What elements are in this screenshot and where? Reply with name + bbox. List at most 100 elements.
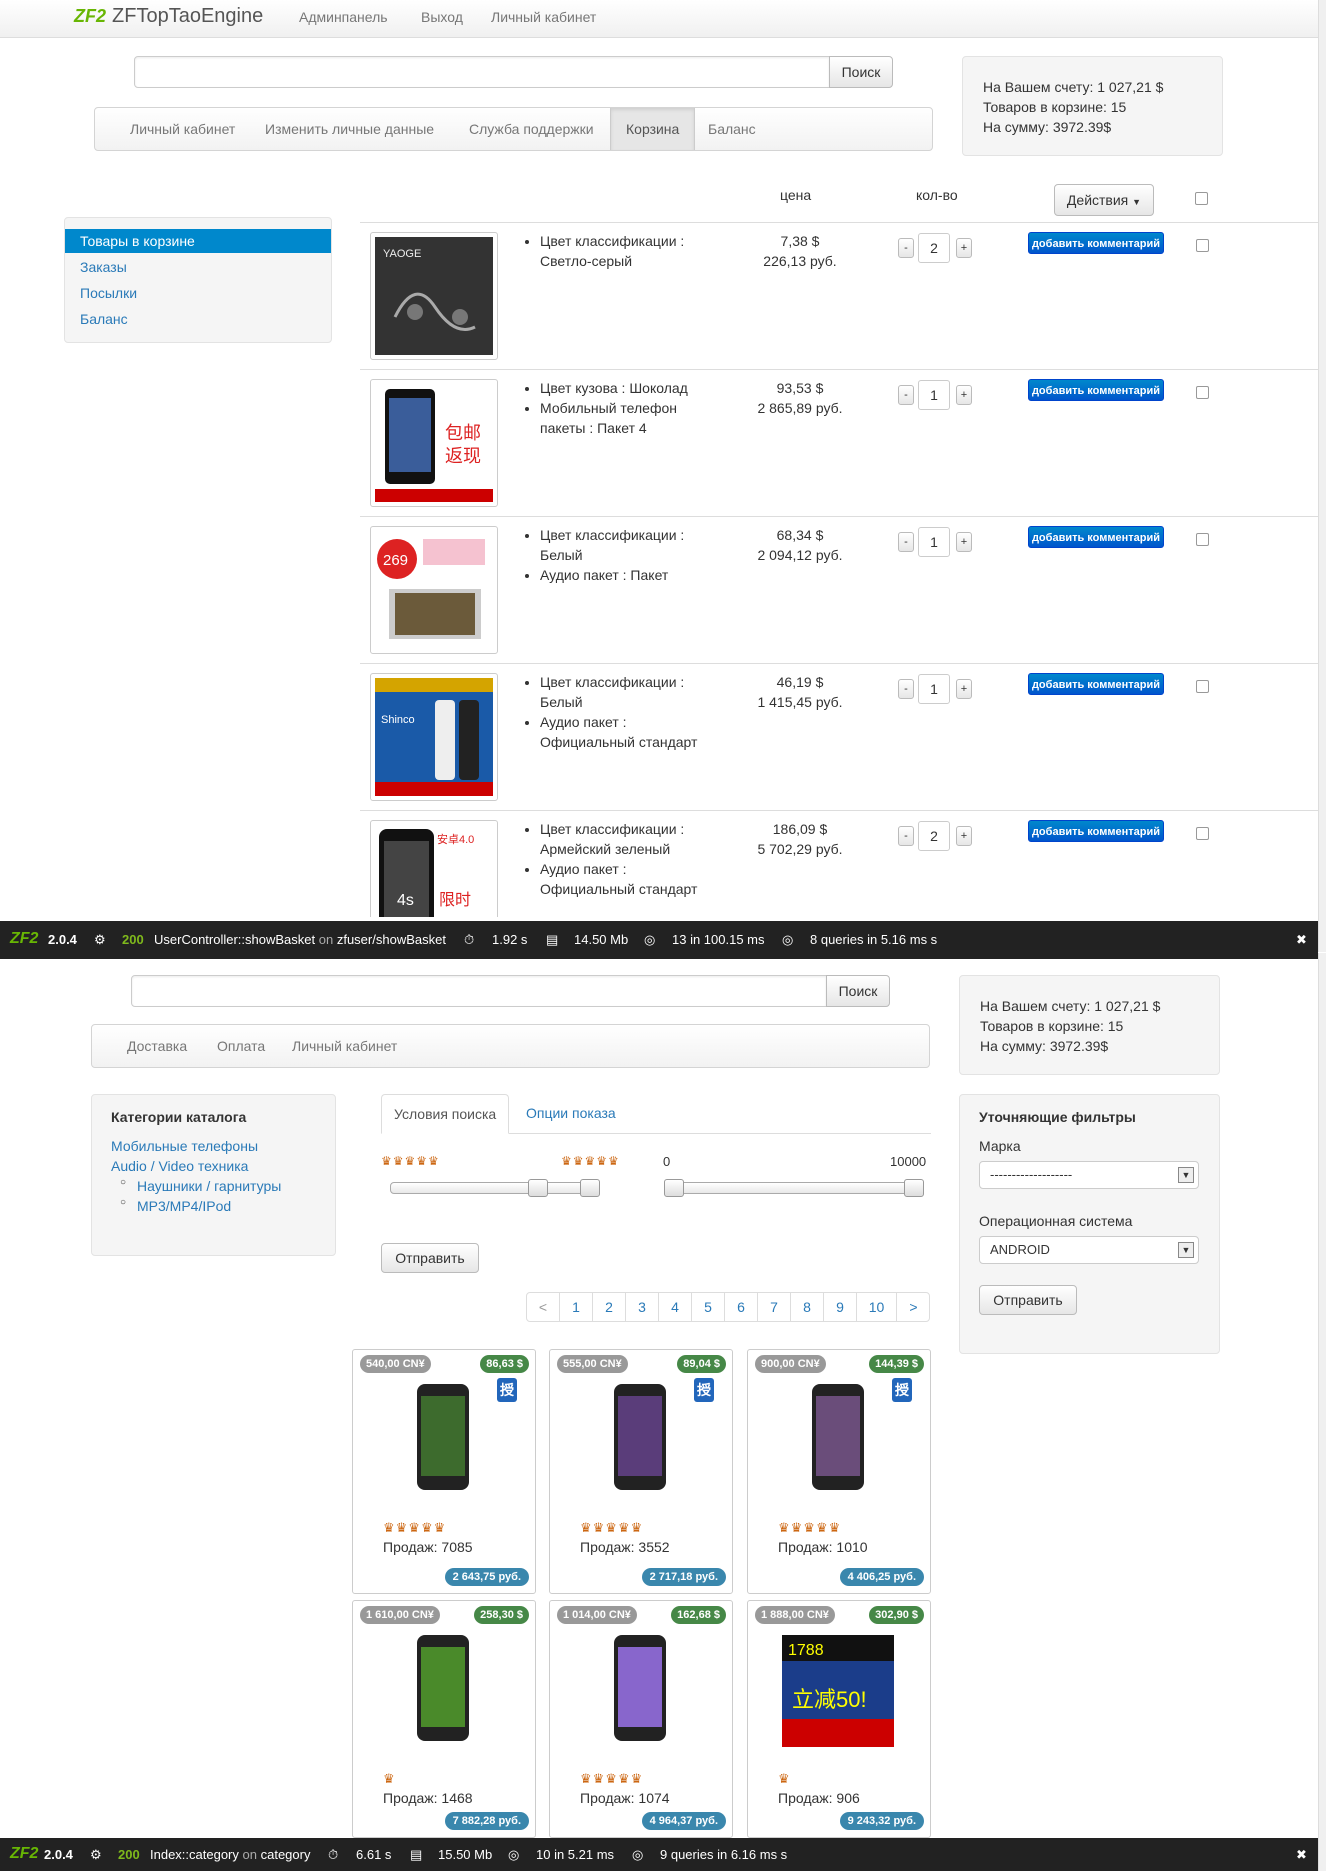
product-card[interactable]: 1 610,00 CN¥ 258,30 $ ♛ Продаж: 1468 7 882,2…: [352, 1600, 536, 1838]
row-checkbox[interactable]: [1196, 827, 1209, 840]
add-comment-button[interactable]: добавить комментарий: [1028, 526, 1164, 548]
tab-cabinet[interactable]: Личный кабинет: [115, 108, 250, 150]
memory-usage[interactable]: 15.50 Mb: [438, 1847, 492, 1862]
search-input[interactable]: [134, 56, 830, 88]
rating-min-handle[interactable]: [528, 1179, 548, 1197]
db-stats[interactable]: 10 in 5.21 ms: [536, 1847, 614, 1862]
qty-input[interactable]: 1: [918, 527, 950, 557]
sidebar-item-balance[interactable]: Баланс: [65, 307, 331, 331]
pager-page[interactable]: 7: [758, 1293, 791, 1321]
qty-plus-button[interactable]: +: [956, 679, 972, 699]
tab-cart[interactable]: Корзина: [610, 108, 696, 150]
qty-plus-button[interactable]: +: [956, 532, 972, 552]
tab-balance[interactable]: Баланс: [693, 108, 771, 150]
pager-page[interactable]: 10: [857, 1293, 897, 1321]
pager-page[interactable]: 2: [593, 1293, 626, 1321]
qty-minus-button[interactable]: -: [898, 532, 914, 552]
brand[interactable]: ZF2 ZFTopTaoEngine: [74, 5, 263, 28]
sidebar-item-cart[interactable]: Товары в корзине: [65, 229, 331, 253]
qty-input[interactable]: 2: [918, 233, 950, 263]
add-comment-button[interactable]: добавить комментарий: [1028, 820, 1164, 842]
request-time[interactable]: 6.61 s: [356, 1847, 391, 1862]
apply-filters-button[interactable]: Отправить: [979, 1285, 1077, 1315]
sidebar-item-orders[interactable]: Заказы: [65, 255, 331, 279]
product-card[interactable]: 1 014,00 CN¥ 162,68 $ ♛♛♛♛♛ Продаж: 1074 4 9…: [549, 1600, 733, 1838]
product-thumbnail[interactable]: YAOGE: [370, 232, 498, 360]
product-card[interactable]: 540,00 CN¥ 86,63 $ 授 ♛♛♛♛♛ Продаж: 7085 2 643…: [352, 1349, 536, 1594]
qty-input[interactable]: 1: [918, 380, 950, 410]
controller-action[interactable]: Index::category on category: [150, 1847, 310, 1862]
pager-next[interactable]: >: [897, 1293, 930, 1321]
price-min-handle[interactable]: [664, 1179, 684, 1197]
pager-page[interactable]: 4: [659, 1293, 692, 1321]
qty-minus-button[interactable]: -: [898, 679, 914, 699]
product-thumbnail[interactable]: 包邮 返现: [370, 379, 498, 507]
scrollbar[interactable]: [1318, 953, 1326, 1871]
sidebar-item-parcels[interactable]: Посылки: [65, 281, 331, 305]
category-audio-video[interactable]: Audio / Video техника: [111, 1158, 248, 1174]
search-button[interactable]: Поиск: [829, 56, 893, 88]
submit-search-button[interactable]: Отправить: [381, 1243, 479, 1273]
row-checkbox[interactable]: [1196, 386, 1209, 399]
price-max-handle[interactable]: [904, 1179, 924, 1197]
request-time[interactable]: 1.92 s: [492, 932, 527, 947]
nav-cabinet[interactable]: Личный кабинет: [277, 1025, 412, 1067]
row-checkbox[interactable]: [1196, 239, 1209, 252]
scrollbar[interactable]: [1318, 0, 1326, 952]
close-icon[interactable]: ✖: [1296, 1847, 1307, 1863]
tab-support[interactable]: Служба поддержки: [454, 108, 609, 150]
product-thumbnail[interactable]: 安卓4.0 4s 限时: [370, 820, 498, 917]
product-thumbnail[interactable]: 269: [370, 526, 498, 654]
gear-icon[interactable]: ⚙: [90, 1847, 102, 1863]
select-all-checkbox[interactable]: [1195, 192, 1208, 205]
qty-plus-button[interactable]: +: [956, 826, 972, 846]
gear-icon[interactable]: ⚙: [94, 932, 106, 948]
pager-prev[interactable]: <: [527, 1293, 560, 1321]
price-slider[interactable]: [667, 1182, 922, 1194]
qty-input[interactable]: 2: [918, 821, 950, 851]
controller-action[interactable]: UserController::showBasket on zfuser/sho…: [154, 932, 446, 947]
qty-input[interactable]: 1: [918, 674, 950, 704]
pager-page[interactable]: 8: [791, 1293, 824, 1321]
nav-logout[interactable]: Выход: [421, 9, 463, 25]
qty-plus-button[interactable]: +: [956, 385, 972, 405]
nav-payment[interactable]: Оплата: [202, 1025, 280, 1067]
product-card[interactable]: 555,00 CN¥ 89,04 $ 授 ♛♛♛♛♛ Продаж: 3552 2 717…: [549, 1349, 733, 1594]
search-input[interactable]: [131, 975, 827, 1007]
subcategory-headphones[interactable]: Наушники / гарнитуры: [137, 1178, 281, 1194]
subcategory-mp3[interactable]: MP3/MP4/IPod: [137, 1198, 231, 1214]
add-comment-button[interactable]: добавить комментарий: [1028, 673, 1164, 695]
db-stats[interactable]: 13 in 100.15 ms: [672, 932, 765, 947]
category-mobile[interactable]: Мобильные телефоны: [111, 1138, 258, 1154]
nav-delivery[interactable]: Доставка: [112, 1025, 202, 1067]
qty-minus-button[interactable]: -: [898, 238, 914, 258]
qty-minus-button[interactable]: -: [898, 385, 914, 405]
pager-page[interactable]: 5: [692, 1293, 725, 1321]
query-stats[interactable]: 8 queries in 5.16 ms s: [810, 932, 937, 947]
pager-page[interactable]: 1: [560, 1293, 593, 1321]
nav-admin[interactable]: Админпанель: [299, 9, 388, 25]
actions-dropdown[interactable]: Действия ▼: [1054, 184, 1154, 216]
add-comment-button[interactable]: добавить комментарий: [1028, 379, 1164, 401]
pager-page[interactable]: 6: [725, 1293, 758, 1321]
nav-cabinet[interactable]: Личный кабинет: [491, 9, 596, 25]
qty-minus-button[interactable]: -: [898, 826, 914, 846]
qty-plus-button[interactable]: +: [956, 238, 972, 258]
memory-usage[interactable]: 14.50 Mb: [574, 932, 628, 947]
rating-slider[interactable]: [390, 1182, 600, 1194]
pager-page[interactable]: 3: [626, 1293, 659, 1321]
product-card[interactable]: 1 888,00 CN¥ 302,90 $ 1788 立减50! ♛ Продаж: 90…: [747, 1600, 931, 1838]
product-card[interactable]: 900,00 CN¥ 144,39 $ 授 ♛♛♛♛♛ Продаж: 1010 4 40…: [747, 1349, 931, 1594]
rating-max-handle[interactable]: [580, 1179, 600, 1197]
product-thumbnail[interactable]: Shinco: [370, 673, 498, 801]
tab-edit-profile[interactable]: Изменить личные данные: [250, 108, 449, 150]
row-checkbox[interactable]: [1196, 680, 1209, 693]
row-checkbox[interactable]: [1196, 533, 1209, 546]
query-stats[interactable]: 9 queries in 6.16 ms s: [660, 1847, 787, 1862]
tab-display-options[interactable]: Опции показа: [514, 1094, 628, 1134]
close-icon[interactable]: ✖: [1296, 932, 1307, 948]
add-comment-button[interactable]: добавить комментарий: [1028, 232, 1164, 254]
pager-page[interactable]: 9: [824, 1293, 857, 1321]
brand-select[interactable]: ------------------- ▼: [979, 1161, 1199, 1189]
search-button[interactable]: Поиск: [826, 975, 890, 1007]
